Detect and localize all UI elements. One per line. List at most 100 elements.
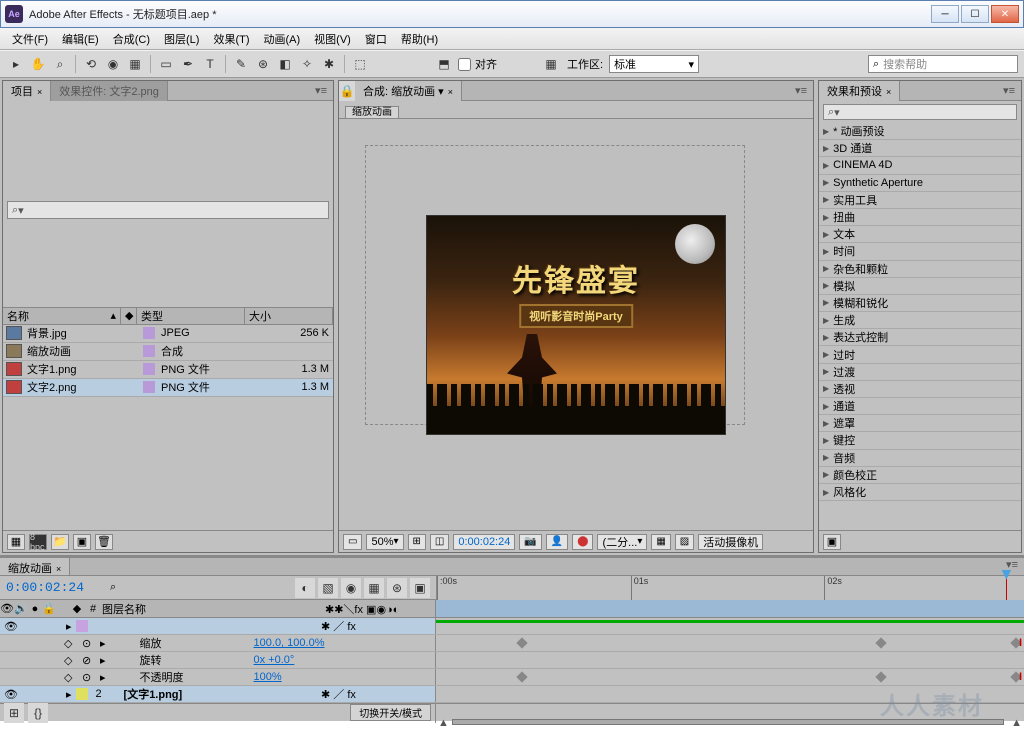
timeline-search-icon[interactable]: ⌕: [110, 581, 116, 594]
rect-tool-icon[interactable]: ▭: [156, 54, 176, 74]
comp-mini-tab[interactable]: 缩放动画: [345, 106, 399, 119]
menu-file[interactable]: 文件(F): [6, 29, 54, 49]
expand-icon[interactable]: ⊞: [4, 703, 24, 723]
bpc-button[interactable]: 8 bpc: [29, 534, 47, 550]
menu-help[interactable]: 帮助(H): [395, 29, 444, 49]
composition-viewer[interactable]: 先锋盛宴 视听影音时尚Party: [339, 119, 813, 530]
project-item[interactable]: 文字1.pngPNG 文件1.3 M: [3, 361, 333, 379]
effects-category[interactable]: ▶通道: [819, 398, 1021, 415]
minimize-button[interactable]: ─: [931, 5, 959, 23]
puppet-tool-icon[interactable]: ✱: [319, 54, 339, 74]
transparency-icon[interactable]: ▨: [675, 534, 694, 550]
zoom-in-icon[interactable]: ▲: [1011, 717, 1022, 729]
toggle-switches-icon[interactable]: {}: [28, 703, 48, 723]
new-bin-icon[interactable]: ▣: [823, 534, 841, 550]
camera-tool-icon[interactable]: ▦: [125, 54, 145, 74]
effects-category[interactable]: ▶颜色校正: [819, 467, 1021, 484]
tab-project[interactable]: 项目×: [3, 81, 51, 101]
project-item[interactable]: 背景.jpgJPEG256 K: [3, 325, 333, 343]
effects-category[interactable]: ▶表达式控制: [819, 329, 1021, 346]
menu-edit[interactable]: 编辑(E): [56, 29, 105, 49]
tab-effect-controls[interactable]: 效果控件: 文字2.png: [51, 81, 168, 101]
channel-icon[interactable]: ⬤: [572, 534, 593, 550]
zoom-out-icon[interactable]: ▲: [438, 717, 449, 729]
effects-search-input[interactable]: ⌕▾: [823, 104, 1017, 120]
view-dropdown[interactable]: 活动摄像机: [698, 534, 763, 550]
workspace-icon[interactable]: ▦: [541, 54, 561, 74]
playhead[interactable]: [1006, 576, 1007, 600]
property-value[interactable]: 100%: [254, 671, 282, 683]
tab-effects-presets[interactable]: 效果和预设×: [819, 81, 900, 101]
rotate-tool-icon[interactable]: ◉: [103, 54, 123, 74]
magnify-icon[interactable]: ▭: [343, 534, 362, 550]
effects-category[interactable]: ▶音频: [819, 450, 1021, 467]
snap-icon[interactable]: ⬒: [434, 54, 454, 74]
menu-view[interactable]: 视图(V): [308, 29, 357, 49]
eraser-tool-icon[interactable]: ◧: [275, 54, 295, 74]
menu-window[interactable]: 窗口: [359, 29, 393, 49]
timeline-layer-row[interactable]: 👁▸2[文字1.png]✱ ／ fx: [0, 686, 1024, 703]
time-ruler[interactable]: :00s 01s 02s: [436, 576, 1024, 600]
brush-tool-icon[interactable]: ✎: [231, 54, 251, 74]
project-search-input[interactable]: ⌕▾: [7, 201, 329, 219]
keyframe-icon[interactable]: [517, 637, 528, 648]
col-name[interactable]: 名称▴: [3, 308, 121, 324]
text-tool-icon[interactable]: T: [200, 54, 220, 74]
comp-button-icon[interactable]: ▣: [410, 578, 430, 598]
timeline-property-row[interactable]: ◇⊙▸缩放100.0, 100.0%I: [0, 635, 1024, 652]
col-size[interactable]: 大小: [245, 308, 333, 324]
new-comp-icon[interactable]: ▣: [73, 534, 91, 550]
brainstorm-icon[interactable]: ⊛: [387, 578, 407, 598]
resolution-dropdown[interactable]: (二分... ▾: [597, 534, 647, 550]
project-item[interactable]: 缩放动画合成: [3, 343, 333, 361]
effects-category[interactable]: ▶杂色和颗粒: [819, 261, 1021, 278]
motion-blur-icon[interactable]: ◉: [341, 578, 361, 598]
menu-animation[interactable]: 动画(A): [258, 29, 307, 49]
effects-category[interactable]: ▶时间: [819, 243, 1021, 260]
effects-category[interactable]: ▶文本: [819, 226, 1021, 243]
menu-composition[interactable]: 合成(C): [107, 29, 156, 49]
zoom-tool-icon[interactable]: ⌕: [50, 54, 70, 74]
effects-category[interactable]: ▶过渡: [819, 364, 1021, 381]
hand-tool-icon[interactable]: ✋: [28, 54, 48, 74]
frame-blend-icon[interactable]: ▧: [318, 578, 338, 598]
orbit-tool-icon[interactable]: ⟲: [81, 54, 101, 74]
close-button[interactable]: ✕: [991, 5, 1019, 23]
keyframe-icon[interactable]: [875, 671, 886, 682]
roto-tool-icon[interactable]: ✧: [297, 54, 317, 74]
clone-tool-icon[interactable]: ⊛: [253, 54, 273, 74]
graph-editor-icon[interactable]: ▦: [364, 578, 384, 598]
menu-effect[interactable]: 效果(T): [207, 29, 255, 49]
maximize-button[interactable]: ☐: [961, 5, 989, 23]
interpret-icon[interactable]: ▦: [7, 534, 25, 550]
lock-icon[interactable]: 🔒: [339, 81, 355, 101]
comp-panel-menu-icon[interactable]: ▾≡: [789, 84, 813, 97]
effects-category[interactable]: ▶CINEMA 4D: [819, 157, 1021, 174]
tab-timeline-comp[interactable]: 缩放动画×: [0, 558, 70, 575]
mask-icon[interactable]: ◫: [430, 534, 449, 550]
property-value[interactable]: 0x +0.0°: [254, 654, 295, 666]
effects-category[interactable]: ▶Synthetic Aperture: [819, 175, 1021, 192]
menu-layer[interactable]: 图层(L): [158, 29, 205, 49]
time-display[interactable]: 0:00:02:24: [453, 534, 515, 550]
new-folder-icon[interactable]: 📁: [51, 534, 69, 550]
effects-category[interactable]: ▶实用工具: [819, 192, 1021, 209]
timeline-property-row[interactable]: ◇⊙▸不透明度100%I: [0, 669, 1024, 686]
effects-category[interactable]: ▶模糊和锐化: [819, 295, 1021, 312]
effects-category[interactable]: ▶键控: [819, 432, 1021, 449]
project-item[interactable]: 文字2.pngPNG 文件1.3 M: [3, 379, 333, 397]
toggle-switches-modes-button[interactable]: 切换开关/模式: [350, 704, 431, 721]
col-type[interactable]: 类型: [137, 308, 245, 324]
snap-checkbox[interactable]: [458, 58, 471, 71]
effects-category[interactable]: ▶* 动画预设: [819, 123, 1021, 140]
property-value[interactable]: 100.0, 100.0%: [254, 637, 325, 649]
pen-tool-icon[interactable]: ✒: [178, 54, 198, 74]
effects-category[interactable]: ▶风格化: [819, 484, 1021, 501]
keyframe-icon[interactable]: [517, 671, 528, 682]
selection-tool-icon[interactable]: ▸: [6, 54, 26, 74]
effects-category[interactable]: ▶3D 通道: [819, 140, 1021, 157]
col-label[interactable]: ◆: [121, 308, 137, 324]
effects-category[interactable]: ▶透视: [819, 381, 1021, 398]
show-snapshot-icon[interactable]: 👤: [546, 534, 568, 550]
zoom-dropdown[interactable]: 50% ▾: [366, 534, 403, 550]
